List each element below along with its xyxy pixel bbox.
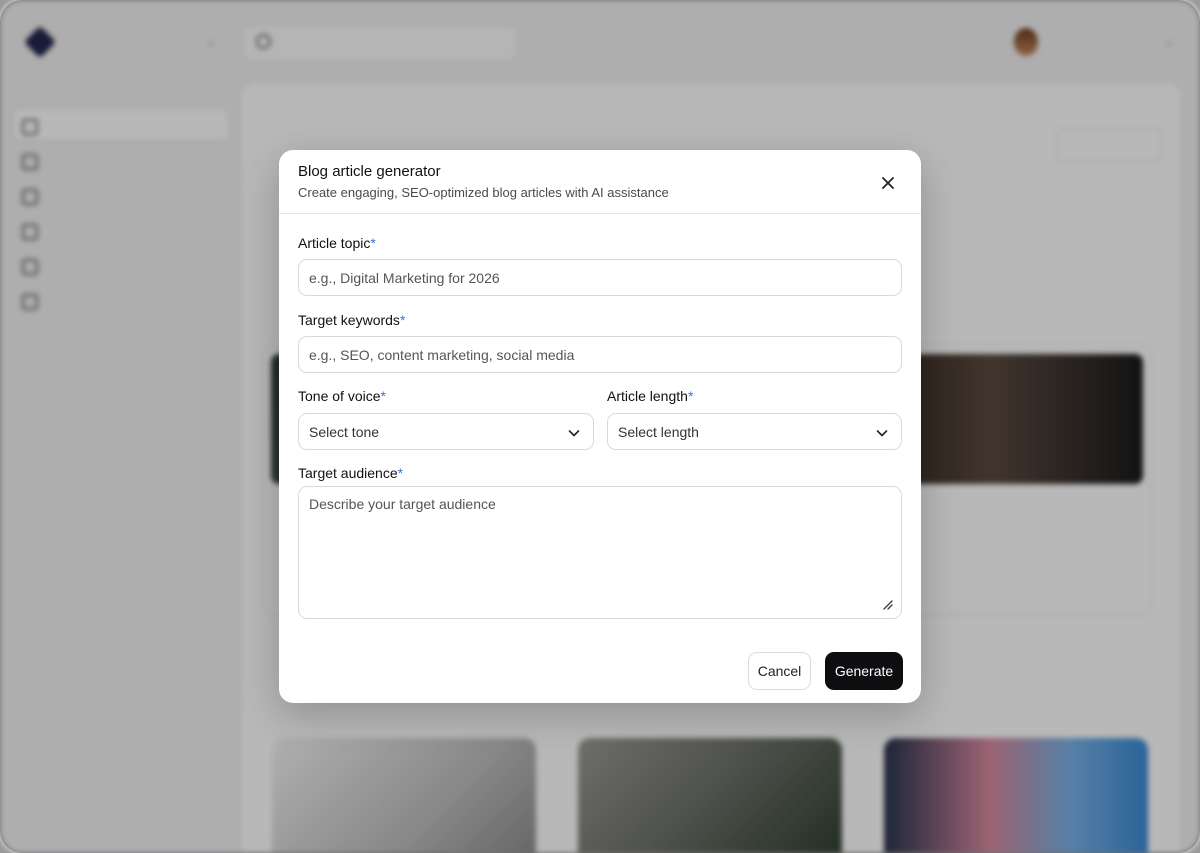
target-audience-field[interactable] bbox=[298, 486, 902, 619]
modal-title: Blog article generator bbox=[298, 163, 441, 180]
blog-generator-modal: Blog article generator Create engaging, … bbox=[279, 150, 921, 703]
target-keywords-label-text: Target keywords bbox=[298, 312, 400, 328]
required-marker: * bbox=[370, 235, 376, 251]
tone-of-voice-label: Tone of voice* bbox=[298, 388, 386, 404]
target-keywords-field[interactable] bbox=[298, 336, 902, 373]
required-marker: * bbox=[397, 465, 404, 481]
chevron-down-icon bbox=[876, 430, 888, 437]
cancel-button[interactable]: Cancel bbox=[748, 652, 811, 690]
article-topic-field[interactable] bbox=[298, 259, 902, 296]
tone-of-voice-label-text: Tone of voice bbox=[298, 388, 381, 404]
close-button[interactable] bbox=[875, 170, 901, 196]
article-length-select[interactable]: Select length bbox=[607, 413, 902, 450]
required-marker: * bbox=[399, 312, 406, 328]
article-topic-label-text: Article topic bbox=[298, 235, 371, 251]
target-audience-textarea[interactable] bbox=[299, 487, 901, 618]
close-icon bbox=[882, 177, 894, 189]
target-audience-label: Target audience* bbox=[298, 465, 403, 481]
article-topic-label: Article topic* bbox=[298, 235, 376, 251]
tone-selected-value: Select tone bbox=[309, 424, 380, 440]
article-topic-input[interactable] bbox=[299, 260, 901, 295]
modal-subtitle: Create engaging, SEO-optimized blog arti… bbox=[298, 185, 669, 200]
length-selected-value: Select length bbox=[618, 424, 699, 440]
target-keywords-input[interactable] bbox=[299, 337, 901, 372]
chevron-down-icon bbox=[568, 430, 580, 437]
article-length-label: Article length* bbox=[607, 388, 693, 404]
generate-button[interactable]: Generate bbox=[825, 652, 903, 690]
required-marker: * bbox=[380, 388, 386, 404]
article-length-label-text: Article length bbox=[607, 388, 688, 404]
target-audience-label-text: Target audience bbox=[298, 465, 398, 481]
header-divider bbox=[279, 213, 921, 214]
tone-of-voice-select[interactable]: Select tone bbox=[298, 413, 594, 450]
target-keywords-label: Target keywords* bbox=[298, 312, 405, 328]
required-marker: * bbox=[687, 388, 694, 404]
resize-handle-icon[interactable] bbox=[881, 598, 893, 610]
